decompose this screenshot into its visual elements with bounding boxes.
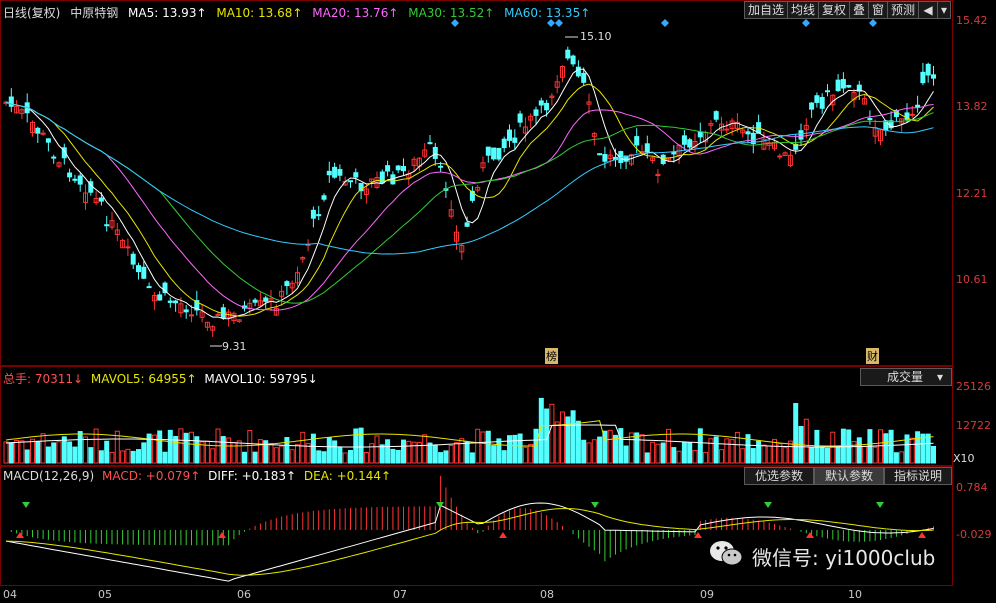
chart-header: 日线(复权) 中原特钢 MA5: 13.93↑ MA10: 13.68↑ MA2… <box>3 4 590 21</box>
macd-header: MACD(12,26,9) MACD: +0.079↑ DIFF: +0.183… <box>3 469 391 483</box>
period-label: 日线(复权) <box>3 6 61 20</box>
ma10-label: MA10: 13.68↑ <box>216 6 303 20</box>
macd-title: MACD(12,26,9) <box>3 469 95 483</box>
collapse-icon[interactable]: ◀ <box>918 1 938 19</box>
adjust-button[interactable]: 复权 <box>818 1 850 19</box>
forecast-button[interactable]: 预测 <box>887 1 919 19</box>
price-axis-label: 15.42 <box>956 14 988 27</box>
macd-axis-label: -0.029 <box>956 528 992 541</box>
volume-header: 总手: 70311↓ MAVOL5: 64955↑ MAVOL10: 59795… <box>3 370 318 387</box>
chevron-down-icon[interactable]: ▾ <box>937 1 951 19</box>
month-label: 06 <box>237 588 251 601</box>
month-label: 04 <box>3 588 17 601</box>
ma60-label: MA60: 13.35↑ <box>504 6 591 20</box>
indicator-dropdown-label: 成交量 <box>887 370 924 384</box>
indicator-help-button[interactable]: 指标说明 <box>884 467 952 485</box>
overlay-button[interactable]: 叠 <box>849 1 869 19</box>
high-price-marker: 15.10 <box>580 30 612 43</box>
volume-axis-label: 25126 <box>956 380 991 393</box>
optimize-params-button[interactable]: 优选参数 <box>744 467 814 485</box>
default-params-button[interactable]: 默认参数 <box>814 467 884 485</box>
watermark-text: 微信号: yi1000club <box>752 546 936 570</box>
price-panel[interactable] <box>0 0 953 366</box>
price-axis-label: 12.21 <box>956 187 988 200</box>
month-label: 10 <box>848 588 862 601</box>
event-tag[interactable]: 榜 <box>545 348 558 364</box>
stock-name: 中原特钢 <box>70 6 119 20</box>
ma-button[interactable]: 均线 <box>787 1 819 19</box>
month-label: 05 <box>98 588 112 601</box>
ma20-label: MA20: 13.76↑ <box>312 6 399 20</box>
wechat-logo-icon <box>708 538 744 568</box>
macd-value: MACD: +0.079↑ <box>101 469 201 483</box>
window-button[interactable]: 窗 <box>868 1 888 19</box>
indicator-dropdown[interactable]: 成交量 ▾ <box>860 368 952 386</box>
volume-total: 总手: 70311↓ <box>3 372 84 386</box>
ma30-label: MA30: 13.52↑ <box>408 6 495 20</box>
month-label: 08 <box>540 588 554 601</box>
price-axis-label: 13.82 <box>956 100 988 113</box>
mavol5-label: MAVOL5: 64955↑ <box>90 372 197 386</box>
diff-value: DIFF: +0.183↑ <box>208 469 297 483</box>
ma5-label: MA5: 13.93↑ <box>128 6 207 20</box>
add-watchlist-button[interactable]: 加自选 <box>744 1 788 19</box>
macd-axis-label: 0.784 <box>956 481 988 494</box>
month-label: 09 <box>700 588 714 601</box>
volume-axis-label: 12722 <box>956 419 991 432</box>
low-price-marker: 9.31 <box>222 340 247 353</box>
volume-unit-label: X10 <box>953 452 975 465</box>
dea-value: DEA: +0.144↑ <box>303 469 392 483</box>
event-tag[interactable]: 财 <box>866 348 879 364</box>
price-axis-label: 10.61 <box>956 273 988 286</box>
month-label: 07 <box>393 588 407 601</box>
mavol10-label: MAVOL10: 59795↓ <box>204 372 318 386</box>
